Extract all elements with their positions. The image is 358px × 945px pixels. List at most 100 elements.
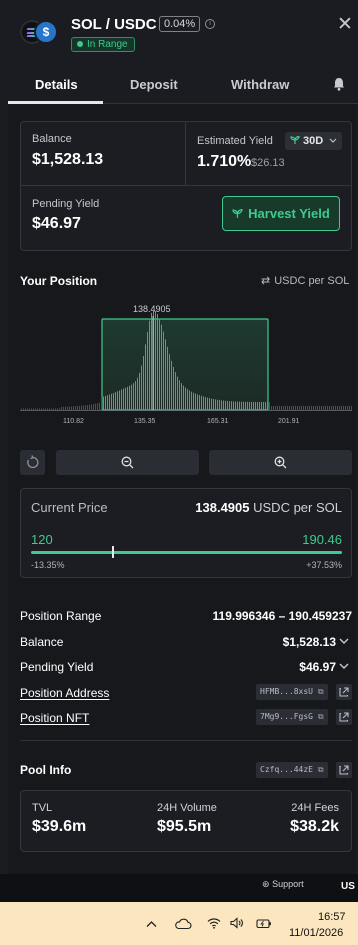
liquidity-bar <box>199 395 200 410</box>
tab-deposit[interactable]: Deposit <box>130 77 178 92</box>
liquidity-bar <box>313 406 314 410</box>
liquidity-bar <box>283 405 284 410</box>
liquidity-bar <box>119 390 120 410</box>
battery-icon[interactable] <box>256 918 272 929</box>
divider <box>21 185 351 186</box>
liquidity-bar <box>169 354 170 410</box>
usdc-icon: $ <box>34 20 58 44</box>
zoom-out-button[interactable] <box>56 450 199 475</box>
liquidity-bar <box>231 401 232 410</box>
liquidity-bar <box>149 320 150 410</box>
liquidity-bar <box>247 401 248 410</box>
estimated-yield-label: Estimated Yield <box>197 135 273 147</box>
liquidity-bar <box>31 408 32 410</box>
external-link-button[interactable] <box>336 684 352 700</box>
liquidity-bar <box>227 400 228 410</box>
position-address-copy[interactable]: HFMB...8xsU ⧉ <box>256 684 328 700</box>
clock-date[interactable]: 11/01/2026 <box>289 927 343 939</box>
liquidity-bar <box>83 405 84 410</box>
pool-address-copy[interactable]: Czfq...44zE ⧉ <box>256 762 328 778</box>
liquidity-bar <box>229 401 230 410</box>
tick-label: 110.82 <box>63 418 84 425</box>
liquidity-bar <box>39 408 40 410</box>
liquidity-bar <box>219 400 220 410</box>
liquidity-bar <box>221 400 222 410</box>
language-selector[interactable]: US <box>341 881 355 892</box>
current-price-number: 138.4905 <box>195 500 250 515</box>
liquidity-bar <box>345 406 346 410</box>
yield-percent: 1.710% <box>197 153 252 170</box>
liquidity-bar <box>27 408 28 410</box>
liquidity-bar <box>311 405 312 410</box>
position-address-value: HFMB...8xsU <box>260 687 313 696</box>
liquidity-bar <box>77 406 78 410</box>
liquidity-bar <box>151 312 152 410</box>
current-price-label: Current Price <box>31 500 108 515</box>
external-link-button[interactable] <box>336 709 352 725</box>
position-nft-copy[interactable]: 7Mg9...FgsG ⧉ <box>256 709 328 725</box>
speaker-icon[interactable] <box>230 917 244 929</box>
position-range-value: 119.996346 – 190.459237 <box>212 609 352 623</box>
current-price-tick <box>112 546 114 558</box>
liquidity-bar <box>117 391 118 410</box>
liquidity-bar <box>25 408 26 410</box>
support-link[interactable]: ⊛ Support <box>262 879 304 890</box>
harvest-yield-button[interactable]: Harvest Yield <box>222 196 340 231</box>
chevron-down-icon <box>329 138 337 143</box>
position-address-link[interactable]: Position Address <box>20 686 109 700</box>
zoom-in-button[interactable] <box>209 450 352 475</box>
chevron-down-icon[interactable] <box>339 663 349 670</box>
liquidity-bar <box>91 404 92 410</box>
cloud-icon[interactable] <box>174 918 192 930</box>
liquidity-bar <box>319 406 320 410</box>
status-dot-icon <box>77 41 83 47</box>
liquidity-bar <box>325 406 326 410</box>
swap-icon: ⇄ <box>261 275 271 287</box>
yield-period-select[interactable]: 30D <box>285 132 343 150</box>
clock-time[interactable]: 16:57 <box>318 911 346 923</box>
copy-icon: ⧉ <box>317 712 324 721</box>
pending-yield-value: $46.97 <box>32 215 81 232</box>
tab-bar: Details Deposit Withdraw <box>8 68 358 104</box>
pending-yield-row-label: Pending Yield <box>20 660 94 674</box>
external-link-icon <box>339 712 349 722</box>
position-nft-link[interactable]: Position NFT <box>20 711 89 725</box>
support-icon: ⊛ <box>262 879 270 889</box>
tab-withdraw[interactable]: Withdraw <box>231 77 289 92</box>
tick-label: 135.35 <box>134 418 156 425</box>
liquidity-bar <box>301 405 302 410</box>
liquidity-bar <box>331 406 332 410</box>
liquidity-histogram[interactable] <box>20 300 352 430</box>
liquidity-bar <box>95 403 96 410</box>
liquidity-bar <box>287 405 288 410</box>
close-icon[interactable]: ✕ <box>337 13 353 36</box>
liquidity-bar <box>69 406 70 410</box>
bell-icon[interactable] <box>333 77 345 91</box>
chevron-down-icon[interactable] <box>339 638 349 645</box>
liquidity-bar <box>195 393 196 410</box>
wifi-icon[interactable] <box>207 917 221 929</box>
app-footer <box>0 874 358 902</box>
liquidity-bar <box>303 405 304 410</box>
unit-toggle[interactable]: ⇄ USDC per SOL <box>261 274 349 287</box>
liquidity-bar <box>57 408 58 410</box>
sprout-icon <box>290 135 300 144</box>
liquidity-bar <box>181 383 182 410</box>
liquidity-bar <box>137 377 138 410</box>
liquidity-bar <box>43 408 44 410</box>
liquidity-bar <box>235 401 236 410</box>
external-link-icon <box>339 687 349 697</box>
info-icon[interactable]: i <box>205 19 215 29</box>
liquidity-bar <box>87 405 88 410</box>
liquidity-bar <box>279 405 280 410</box>
reset-zoom-button[interactable] <box>20 450 45 475</box>
liquidity-bar <box>73 406 74 410</box>
tab-details[interactable]: Details <box>35 77 78 92</box>
liquidity-bar <box>173 366 174 410</box>
chevron-up-icon[interactable] <box>146 920 157 928</box>
liquidity-bar <box>295 405 296 410</box>
external-link-button[interactable] <box>336 762 352 778</box>
pending-yield-row-value: $46.97 <box>299 660 336 674</box>
liquidity-bar <box>113 392 114 410</box>
liquidity-bar <box>321 406 322 410</box>
